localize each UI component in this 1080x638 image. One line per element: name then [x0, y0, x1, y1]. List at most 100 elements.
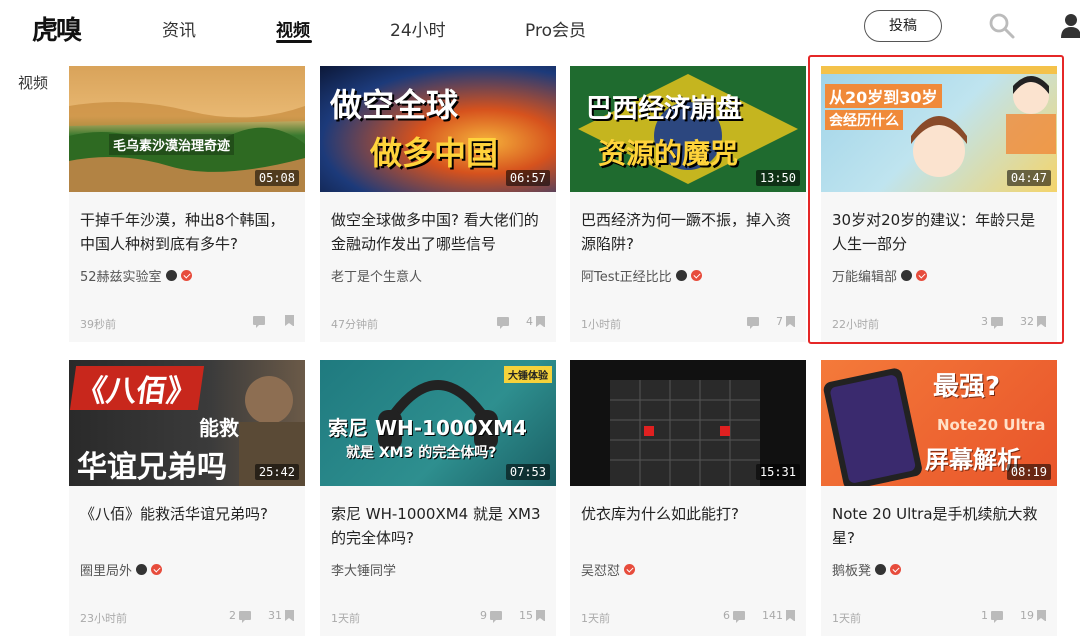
- video-card[interactable]: 巴西经济崩盘 资源的魔咒 13:50 巴西经济为何一蹶不振，掉入资源陷阱? 阿T…: [570, 66, 806, 342]
- video-card[interactable]: 最强? Note20 Ultra 屏幕解析 08:19 Note 20 Ultr…: [821, 360, 1057, 636]
- video-author[interactable]: 老丁是个生意人: [331, 266, 422, 285]
- bookmark-icon[interactable]: [536, 316, 545, 327]
- thumbnail-caption: 巴西经济崩盘: [586, 94, 743, 124]
- bookmark-icon[interactable]: [285, 610, 294, 621]
- video-thumbnail[interactable]: 毛乌素沙漠治理奇迹 05:08: [69, 66, 305, 192]
- video-thumbnail[interactable]: 大锤体验 索尼 WH-1000XM4 就是 XM3 的完全体吗? 07:53: [320, 360, 556, 486]
- video-duration: 13:50: [755, 170, 800, 186]
- comment-count: 2: [229, 609, 236, 622]
- thumbnail-caption: 索尼 WH-1000XM4: [328, 416, 527, 440]
- video-title[interactable]: 做空全球做多中国? 看大佬们的金融动作发出了哪些信号: [331, 208, 545, 256]
- nav-24h[interactable]: 24小时: [390, 16, 446, 41]
- video-author[interactable]: 阿Test正经比比: [581, 266, 702, 285]
- video-title[interactable]: 巴西经济为何一蹶不振，掉入资源陷阱?: [581, 208, 795, 256]
- comment-icon[interactable]: [733, 611, 745, 623]
- publish-time: 1天前: [581, 612, 610, 625]
- author-name[interactable]: 圈里局外: [80, 560, 132, 579]
- video-author[interactable]: 鹅板凳: [832, 560, 902, 579]
- video-duration: 15:31: [755, 464, 800, 480]
- certified-badge-icon: [151, 564, 163, 575]
- video-author[interactable]: 圈里局外: [80, 560, 163, 579]
- author-name[interactable]: 吴怼怼: [581, 560, 620, 579]
- video-thumbnail[interactable]: 做空全球 做多中国 06:57: [320, 66, 556, 192]
- video-title[interactable]: 索尼 WH-1000XM4 就是 XM3 的完全体吗?: [331, 502, 545, 550]
- nav-video[interactable]: 视频: [276, 16, 310, 41]
- nav-active-underline: [276, 40, 312, 43]
- thumbnail-caption: Note20 Ultra: [937, 416, 1046, 434]
- publish-time: 1天前: [331, 612, 360, 625]
- video-card[interactable]: 大锤体验 索尼 WH-1000XM4 就是 XM3 的完全体吗? 07:53 索…: [320, 360, 556, 636]
- nav-pro[interactable]: Pro会员: [525, 16, 586, 41]
- certified-badge-icon: [180, 270, 192, 281]
- video-card[interactable]: 毛乌素沙漠治理奇迹 05:08 干掉千年沙漠，种出8个韩国，中国人种树到底有多牛…: [69, 66, 305, 342]
- thumbnail-caption: 就是 XM3 的完全体吗?: [346, 445, 497, 461]
- publish-time: 1小时前: [581, 318, 621, 331]
- video-title[interactable]: 优衣库为什么如此能打?: [581, 502, 795, 526]
- thumbnail-tag: 大锤体验: [504, 366, 552, 383]
- bookmark-icon[interactable]: [786, 610, 795, 621]
- bookmark-icon[interactable]: [536, 610, 545, 621]
- bookmark-icon[interactable]: [786, 316, 795, 327]
- thumbnail-caption: 做多中国: [370, 134, 499, 172]
- publish-time: 47分钟前: [331, 318, 378, 331]
- video-author[interactable]: 52赫兹实验室: [80, 266, 192, 285]
- comment-icon[interactable]: [239, 611, 251, 623]
- author-name[interactable]: 阿Test正经比比: [581, 266, 672, 285]
- save-count: 141: [762, 609, 783, 622]
- highlight-frame: [808, 55, 1064, 344]
- search-icon[interactable]: [988, 12, 1016, 40]
- thumbnail-caption: 毛乌素沙漠治理奇迹: [109, 134, 235, 155]
- publish-time: 23小时前: [80, 612, 127, 625]
- publish-time: 1天前: [832, 612, 861, 625]
- bookmark-icon[interactable]: [1037, 610, 1046, 621]
- thumbnail-caption: 《八佰》: [69, 366, 205, 410]
- video-thumbnail[interactable]: 《八佰》 能救 华谊兄弟吗 25:42: [69, 360, 305, 486]
- video-author[interactable]: 李大锤同学: [331, 560, 396, 579]
- site-logo[interactable]: 虎嗅: [32, 10, 82, 47]
- save-count: 7: [776, 315, 783, 328]
- verified-badge-icon: [675, 270, 687, 281]
- author-name[interactable]: 鹅板凳: [832, 560, 871, 579]
- certified-badge-icon: [690, 270, 702, 281]
- author-name[interactable]: 52赫兹实验室: [80, 266, 162, 285]
- verified-badge-icon: [136, 564, 148, 575]
- video-title[interactable]: 《八佰》能救活华谊兄弟吗?: [80, 502, 294, 526]
- bookmark-icon[interactable]: [285, 315, 294, 326]
- video-duration: 05:08: [254, 170, 299, 186]
- verified-badge-icon: [165, 270, 177, 281]
- submit-button[interactable]: 投稿: [864, 10, 942, 42]
- save-count: 31: [268, 609, 282, 622]
- comment-icon[interactable]: [490, 611, 502, 623]
- video-card[interactable]: 《八佰》 能救 华谊兄弟吗 25:42 《八佰》能救活华谊兄弟吗? 圈里局外 2…: [69, 360, 305, 636]
- nav-news[interactable]: 资讯: [162, 16, 196, 41]
- comment-icon[interactable]: [747, 317, 759, 329]
- author-name[interactable]: 李大锤同学: [331, 560, 396, 579]
- comment-count: 1: [981, 609, 988, 622]
- video-thumbnail[interactable]: 巴西经济崩盘 资源的魔咒 13:50: [570, 66, 806, 192]
- save-count: 19: [1020, 609, 1034, 622]
- save-count: 15: [519, 609, 533, 622]
- video-card[interactable]: 15:31 优衣库为什么如此能打? 吴怼怼 1天前 6 141: [570, 360, 806, 636]
- video-thumbnail[interactable]: 15:31: [570, 360, 806, 486]
- video-duration: 25:42: [254, 464, 299, 480]
- sidebar-section-label: 视频: [18, 74, 49, 92]
- certified-badge-icon: [890, 564, 902, 575]
- thumbnail-caption: 做空全球: [330, 86, 459, 124]
- thumbnail-caption: 资源的魔咒: [598, 137, 739, 170]
- video-duration: 08:19: [1006, 464, 1051, 480]
- video-title[interactable]: Note 20 Ultra是手机续航大救星?: [832, 502, 1046, 550]
- publish-time: 39秒前: [80, 318, 116, 331]
- comment-count: 6: [723, 609, 730, 622]
- author-name[interactable]: 老丁是个生意人: [331, 266, 422, 285]
- comment-icon[interactable]: [497, 317, 509, 329]
- video-card[interactable]: 做空全球 做多中国 06:57 做空全球做多中国? 看大佬们的金融动作发出了哪些…: [320, 66, 556, 342]
- video-author[interactable]: 吴怼怼: [581, 560, 636, 579]
- comment-icon[interactable]: [253, 316, 265, 328]
- comment-icon[interactable]: [991, 611, 1003, 623]
- user-icon[interactable]: [1060, 12, 1080, 38]
- video-duration: 07:53: [505, 464, 550, 480]
- video-title[interactable]: 干掉千年沙漠，种出8个韩国，中国人种树到底有多牛?: [80, 208, 294, 256]
- video-duration: 06:57: [505, 170, 550, 186]
- thumbnail-caption: 最强?: [933, 372, 1001, 402]
- video-thumbnail[interactable]: 最强? Note20 Ultra 屏幕解析 08:19: [821, 360, 1057, 486]
